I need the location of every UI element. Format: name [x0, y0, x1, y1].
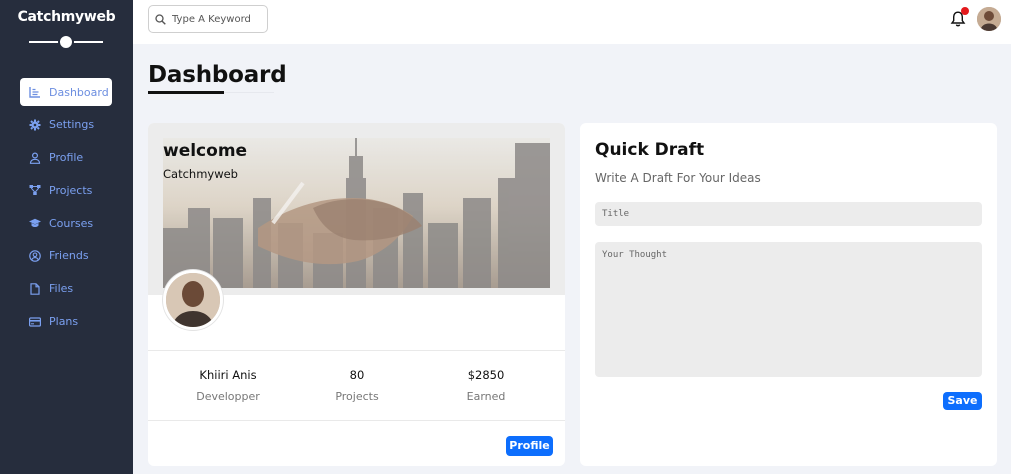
- sidebar-item-label: Settings: [49, 118, 95, 132]
- sidebar-item-label: Profile: [49, 151, 84, 165]
- sidebar-item-settings[interactable]: Settings: [20, 111, 112, 139]
- divider: [148, 350, 565, 351]
- title-underline: [148, 91, 224, 94]
- diagram-icon: [29, 184, 41, 196]
- stat-value: Khiiri Anis: [199, 368, 257, 382]
- title-underline-light: [224, 92, 274, 93]
- sidebar-item-label: Projects: [49, 183, 93, 197]
- page-title: Dashboard: [148, 62, 287, 88]
- stat-label: Developper: [196, 390, 260, 403]
- brand-logo[interactable]: Catchmyweb: [0, 9, 133, 25]
- sidebar-item-label: Dashboard: [49, 85, 109, 99]
- quick-draft-card: Quick Draft Write A Draft For Your Ideas…: [580, 123, 997, 466]
- sidebar-item-label: Files: [49, 282, 74, 296]
- sidebar-item-plans[interactable]: Plans: [20, 308, 112, 336]
- user-avatar[interactable]: [977, 7, 1001, 31]
- profile-button[interactable]: Profile: [506, 436, 553, 456]
- sidebar-nav: Dashboard Settings Profile Projects Cour…: [20, 78, 112, 340]
- brand-slider-knob: [58, 34, 74, 50]
- graduation-cap-icon: [29, 217, 41, 229]
- sidebar: Catchmyweb Dashboard Settings Profile Pr…: [0, 0, 133, 474]
- draft-subtitle: Write A Draft For Your Ideas: [595, 171, 761, 185]
- sidebar-item-friends[interactable]: Friends: [20, 242, 112, 270]
- stat-name: Khiiri Anis Developper: [168, 368, 288, 403]
- search-box[interactable]: [148, 5, 268, 33]
- sidebar-item-files[interactable]: Files: [20, 275, 112, 303]
- sidebar-item-label: Plans: [49, 315, 79, 329]
- stat-value: 80: [349, 368, 365, 382]
- welcome-subtitle: Catchmyweb: [163, 167, 238, 181]
- stat-label: Earned: [466, 390, 506, 403]
- stat-projects: 80 Projects: [297, 368, 417, 403]
- chart-icon: [29, 86, 41, 98]
- welcome-card: welcome Catchmyweb Khiiri Anis Developpe…: [148, 123, 565, 466]
- notification-dot: [961, 7, 969, 15]
- top-header: [133, 0, 1011, 44]
- sidebar-item-label: Friends: [49, 249, 89, 263]
- search-input[interactable]: [172, 13, 264, 25]
- stat-label: Projects: [335, 390, 379, 403]
- stat-earned: $2850 Earned: [426, 368, 546, 403]
- search-icon: [155, 13, 166, 25]
- draft-title: Quick Draft: [595, 140, 705, 160]
- draft-thought-textarea[interactable]: [595, 242, 982, 377]
- gear-icon: [29, 119, 41, 131]
- save-button[interactable]: Save: [943, 392, 982, 410]
- sidebar-item-courses[interactable]: Courses: [20, 209, 112, 237]
- user-circle-icon: [29, 250, 41, 262]
- sidebar-item-profile[interactable]: Profile: [20, 144, 112, 172]
- sidebar-item-projects[interactable]: Projects: [20, 176, 112, 204]
- profile-avatar: [163, 270, 223, 330]
- stat-value: $2850: [467, 368, 505, 382]
- user-icon: [29, 152, 41, 164]
- credit-card-icon: [29, 316, 41, 328]
- welcome-title: welcome: [163, 141, 248, 161]
- sidebar-item-dashboard[interactable]: Dashboard: [20, 78, 112, 106]
- file-icon: [29, 282, 41, 295]
- draft-title-input[interactable]: [595, 202, 982, 226]
- divider: [148, 420, 565, 421]
- sidebar-item-label: Courses: [49, 216, 94, 230]
